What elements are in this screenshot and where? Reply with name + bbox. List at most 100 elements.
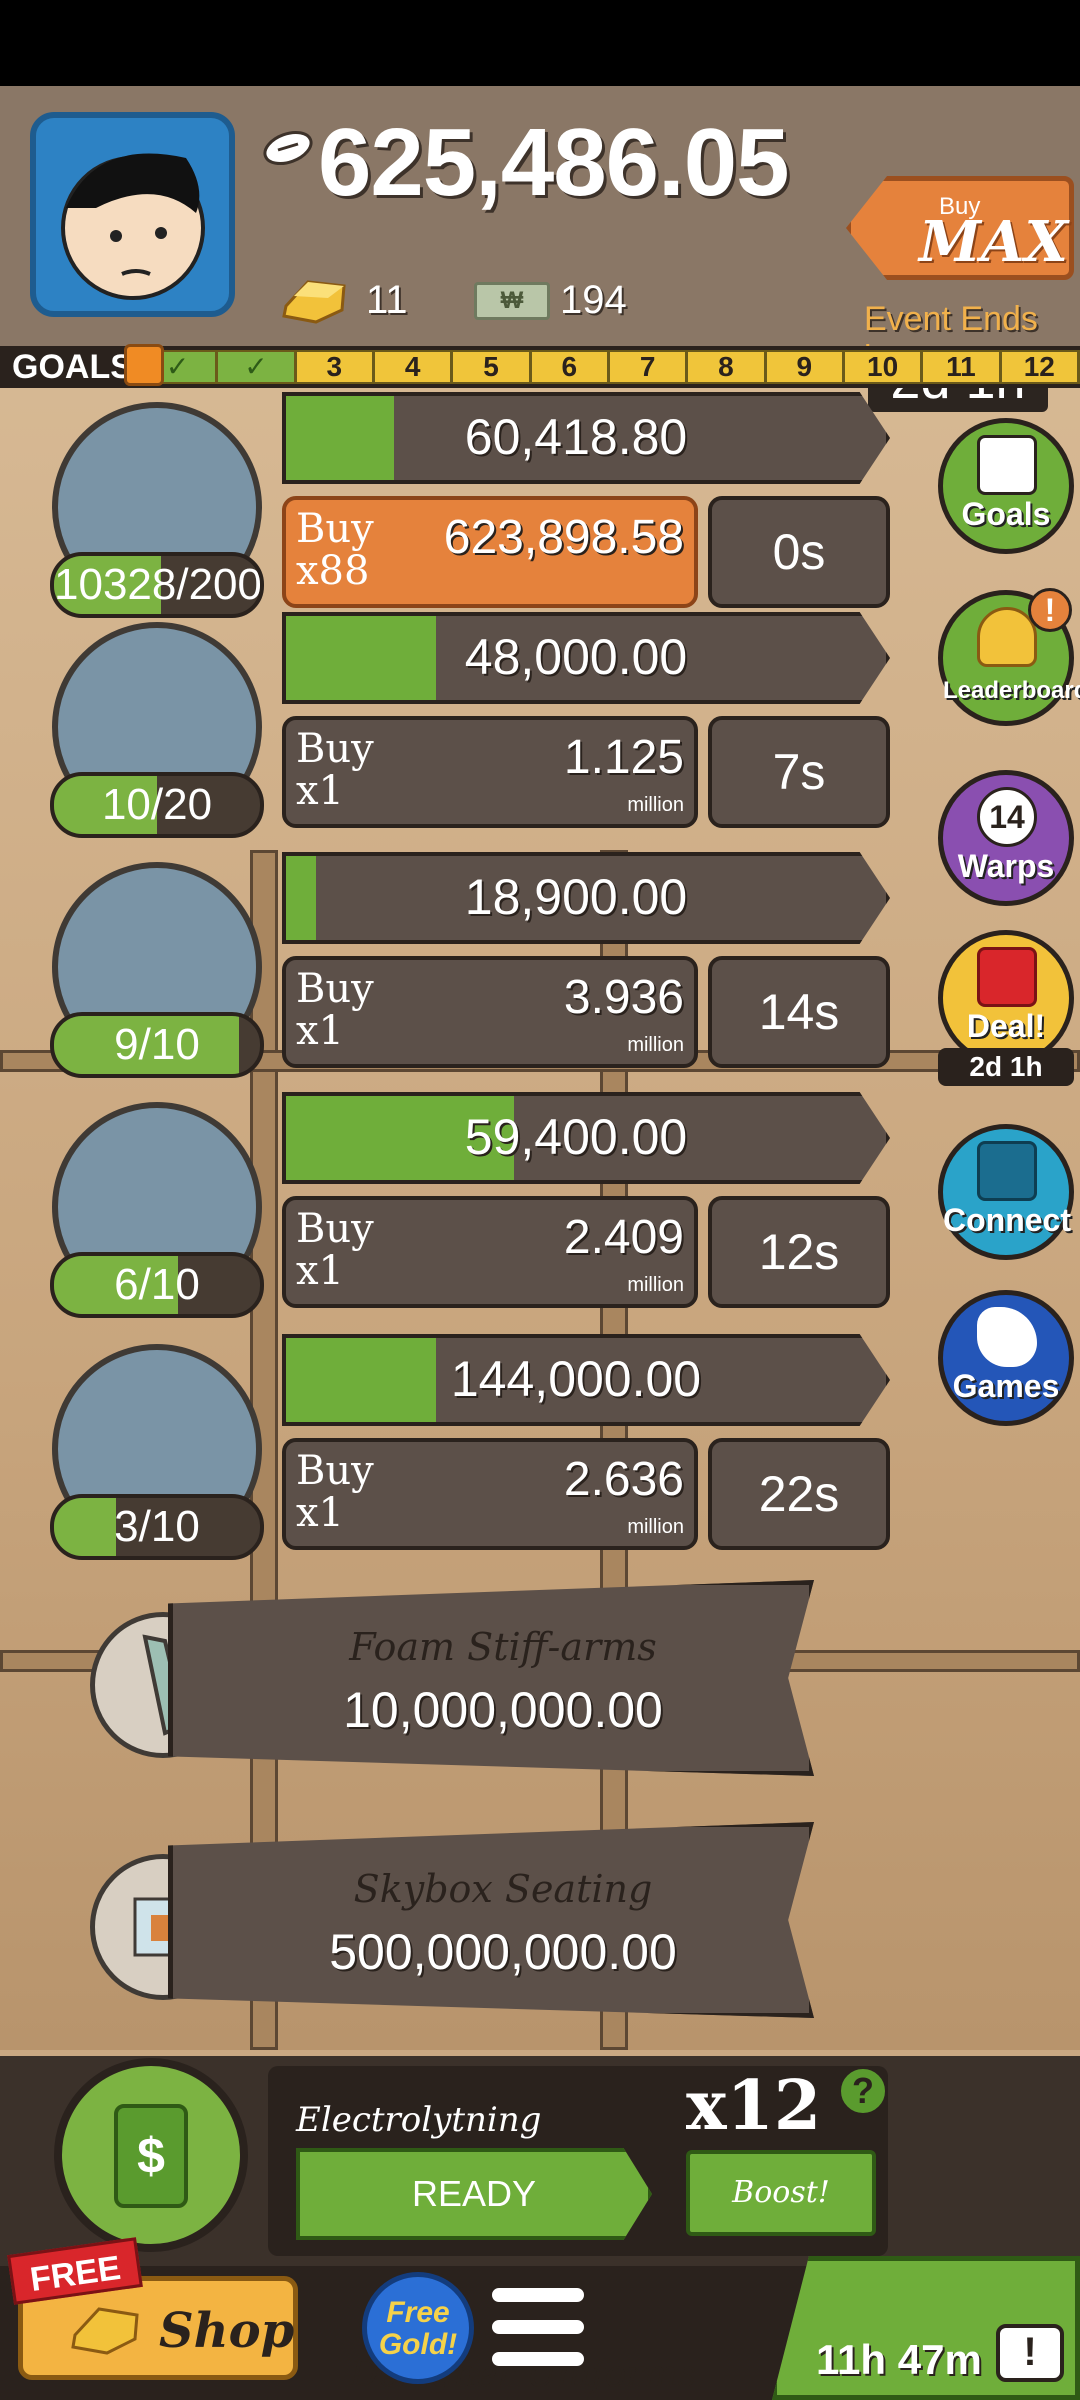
buy-text: Buy: [296, 1448, 374, 1494]
goals-side-label: Goals: [961, 496, 1051, 532]
buy-cost: 623,898.58: [443, 511, 684, 564]
goals-label: GOALS: [12, 348, 133, 386]
buy-button[interactable]: Buy x1 3.936 million: [282, 956, 698, 1068]
connect-button[interactable]: Connect: [938, 1124, 1074, 1260]
buy-button[interactable]: Buy x1 2.409 million: [282, 1196, 698, 1308]
buy-cost-unit: million: [627, 1034, 684, 1056]
tv-ad-timer: 11h 47m: [816, 2336, 982, 2383]
revenue-progress-bar[interactable]: 48,000.00: [282, 612, 890, 704]
help-button[interactable]: ?: [838, 2066, 888, 2116]
cycle-timer: 7s: [708, 716, 890, 828]
football-money-icon: [263, 130, 313, 166]
player-avatar[interactable]: [30, 112, 235, 317]
manager-multiplier: x12: [686, 2066, 822, 2146]
owned-count: 10/20: [50, 772, 264, 838]
revenue-value: 18,900.00: [464, 869, 688, 925]
revenue-value: 60,418.80: [464, 409, 688, 465]
business-row: 10328/20000 60,418.80 Buyx88 623,898.58 0s: [0, 392, 900, 622]
goal-segment: 11: [923, 352, 1002, 382]
goal-segment: 10: [845, 352, 924, 382]
shop-label: Shop: [159, 2303, 295, 2359]
revenue-value: 48,000.00: [464, 629, 688, 685]
gift-box-icon: [977, 947, 1037, 1007]
buy-cost-unit: million: [627, 1516, 684, 1538]
revenue-progress-bar[interactable]: 59,400.00: [282, 1092, 890, 1184]
boost-button[interactable]: Boost!: [686, 2150, 876, 2236]
astronaut-face-icon: [61, 153, 205, 300]
owned-count: 10328/20000: [50, 552, 264, 618]
dollar-cooler-icon: $: [114, 2104, 188, 2208]
deal-button[interactable]: Deal!: [938, 930, 1074, 1066]
revenue-value: 144,000.00: [450, 1351, 702, 1407]
manager-name: Electrolytning: [296, 2100, 542, 2140]
owned-count-label: 9/10: [114, 1020, 200, 1069]
goals-track: ✓ ✓ 3 4 5 6 7 8 9 10 11 12: [140, 350, 1080, 384]
gold-bar-icon: [71, 2307, 139, 2355]
buy-quantity: x1: [296, 1490, 345, 1536]
owned-count: 3/10: [50, 1494, 264, 1560]
buy-label: Buy x88: [296, 508, 374, 592]
money-total: 625,486.05: [318, 109, 789, 216]
warps-button[interactable]: 14 Warps: [938, 770, 1074, 906]
goal-segment: 12: [1002, 352, 1080, 382]
buy-button[interactable]: Buy x1 1.125 million: [282, 716, 698, 828]
owned-count-label: 3/10: [114, 1502, 200, 1551]
header: 625,486.05 11 ₩ 194 Buy MAX Event Ends i…: [0, 86, 1080, 412]
owned-count-label: 6/10: [114, 1260, 200, 1309]
revenue-value: 59,400.00: [464, 1109, 688, 1165]
buy-label: Buy x1: [296, 968, 374, 1052]
revenue-progress-bar[interactable]: 18,900.00: [282, 852, 890, 944]
owned-count-label: 10/20: [101, 780, 213, 829]
ready-button[interactable]: READY: [296, 2148, 652, 2240]
megabucks-count: 194: [560, 278, 627, 322]
revenue-progress-bar[interactable]: 60,418.80: [282, 392, 890, 484]
business-row: 10/20 48,000.00 Buy x1 1.125 million 7s: [0, 612, 900, 842]
buy-label: Buy x1: [296, 1450, 374, 1534]
owned-count: 6/10: [50, 1252, 264, 1318]
warps-count-icon: 14: [977, 787, 1037, 847]
games-button[interactable]: Games: [938, 1290, 1074, 1426]
deal-timer: 2d 1h: [938, 1048, 1074, 1086]
free-gold-button[interactable]: Free Gold!: [362, 2272, 474, 2384]
goals-side-button[interactable]: Goals: [938, 418, 1074, 554]
goal-segment: 3: [297, 352, 375, 382]
upgrade-name: Foam Stiff-arms: [349, 1625, 657, 1669]
buy-button[interactable]: Buy x1 2.636 million: [282, 1438, 698, 1550]
business-row: 3/10 144,000.00 Buy x1 2.636 million 22s: [0, 1334, 900, 1564]
goal-segment: 7: [610, 352, 689, 382]
buy-quantity: x1: [296, 1008, 345, 1054]
alert-icon: !: [1028, 588, 1072, 632]
upgrade-skybox-seating[interactable]: Skybox Seating 500,000,000.00: [168, 1822, 814, 2018]
goal-segment: 9: [767, 352, 845, 382]
menu-icon[interactable]: [490, 2286, 586, 2370]
buy-button[interactable]: Buy x88 623,898.58: [282, 496, 698, 608]
buy-max-button[interactable]: Buy MAX: [846, 176, 1074, 280]
upgrade-price: 500,000,000.00: [329, 1924, 677, 1980]
revenue-progress-bar[interactable]: 144,000.00: [282, 1334, 890, 1426]
gift-icon: [124, 344, 164, 386]
buy-cost: 3.936: [563, 971, 684, 1024]
gold-count: 11: [366, 278, 408, 322]
buy-cost: 1.125: [563, 731, 684, 784]
owned-count: 9/10: [50, 1012, 264, 1078]
buy-cost-unit: million: [627, 794, 684, 816]
buy-label: Buy x1: [296, 1208, 374, 1292]
upgrade-foam-stiff-arms[interactable]: Foam Stiff-arms 10,000,000.00: [168, 1580, 814, 1776]
business-row: 9/10 18,900.00 Buy x1 3.936 million 14s: [0, 852, 900, 1082]
deal-label: Deal!: [966, 1008, 1046, 1044]
tv-icon[interactable]: !: [996, 2324, 1064, 2382]
goal-segment: 6: [532, 352, 610, 382]
gold-bar-icon: [282, 280, 346, 324]
checklist-icon: [977, 435, 1037, 495]
cycle-timer: 22s: [708, 1438, 890, 1550]
upgrade-name: Skybox Seating: [353, 1867, 653, 1911]
cards-icon: [977, 1141, 1037, 1201]
games-mascot-icon: [977, 1307, 1037, 1367]
goal-segment: 4: [375, 352, 454, 382]
buy-label: Buy x1: [296, 728, 374, 812]
goal-segment: ✓: [218, 352, 297, 382]
megabucks-icon: ₩: [474, 282, 550, 320]
owned-count-label: 10328/20000: [54, 560, 262, 609]
manager-panel: $ Electrolytning x12 ? READY Boost!: [0, 2056, 1080, 2266]
manager-avatar[interactable]: $: [54, 2058, 248, 2252]
